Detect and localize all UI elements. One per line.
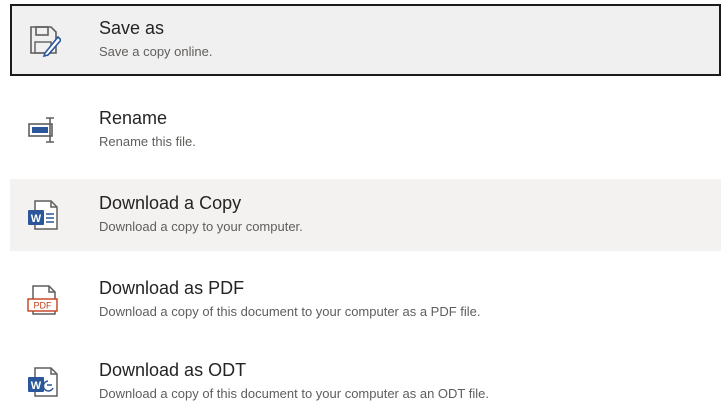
download-copy-title: Download a Copy: [99, 193, 242, 213]
download-copy-menu-item[interactable]: W Download a Copy Download a copy to you…: [10, 179, 721, 251]
download-odt-menu-item[interactable]: W Download as ODT Download a copy of thi…: [10, 346, 721, 418]
rename-description: Rename this file.: [99, 134, 196, 149]
download-copy-description: Download a copy to your computer.: [99, 219, 303, 234]
save-as-title: Save as: [99, 18, 165, 38]
odt-document-icon: W: [25, 364, 61, 400]
download-odt-title: Download as ODT: [99, 360, 247, 380]
download-pdf-title: Download as PDF: [99, 278, 245, 298]
download-pdf-menu-item[interactable]: PDF Download as PDF Download a copy of t…: [10, 264, 721, 336]
download-odt-description: Download a copy of this document to your…: [99, 386, 489, 401]
rename-icon: [25, 112, 61, 148]
word-badge-odt: W: [31, 380, 42, 392]
save-as-description: Save a copy online.: [99, 44, 213, 59]
save-as-icon: [25, 22, 61, 58]
rename-menu-item[interactable]: Rename Rename this file.: [10, 94, 721, 166]
file-menu-panel: Save as Save a copy online. Rename Renam…: [0, 0, 721, 414]
rename-title: Rename: [99, 108, 168, 128]
pdf-badge: PDF: [34, 301, 53, 311]
save-as-menu-item[interactable]: Save as Save a copy online.: [10, 4, 721, 76]
download-pdf-description: Download a copy of this document to your…: [99, 304, 481, 319]
word-badge: W: [31, 213, 42, 225]
word-document-icon: W: [25, 197, 61, 233]
pdf-document-icon: PDF: [25, 282, 61, 318]
